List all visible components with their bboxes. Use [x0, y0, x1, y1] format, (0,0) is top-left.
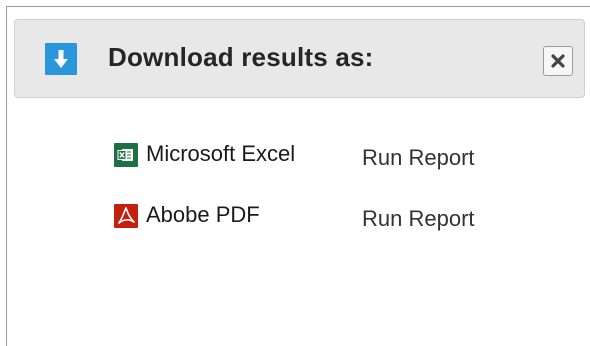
excel-icon [114, 143, 138, 167]
run-report-excel-link[interactable]: Run Report [362, 145, 475, 171]
option-row-pdf: Abobe PDF Run Report [114, 202, 534, 232]
dialog-header: Download results as: [14, 19, 585, 98]
download-arrow-icon [45, 43, 77, 75]
close-button[interactable] [543, 46, 573, 76]
option-label-pdf: Abobe PDF [146, 202, 260, 227]
pdf-icon [114, 204, 138, 228]
close-x-icon [551, 54, 565, 68]
download-dialog: Download results as: Microsoft Excel Run… [6, 6, 590, 346]
run-report-pdf-link[interactable]: Run Report [362, 206, 475, 232]
dialog-title: Download results as: [108, 42, 374, 72]
option-row-excel: Microsoft Excel Run Report [114, 141, 534, 171]
option-label-excel: Microsoft Excel [146, 141, 296, 166]
